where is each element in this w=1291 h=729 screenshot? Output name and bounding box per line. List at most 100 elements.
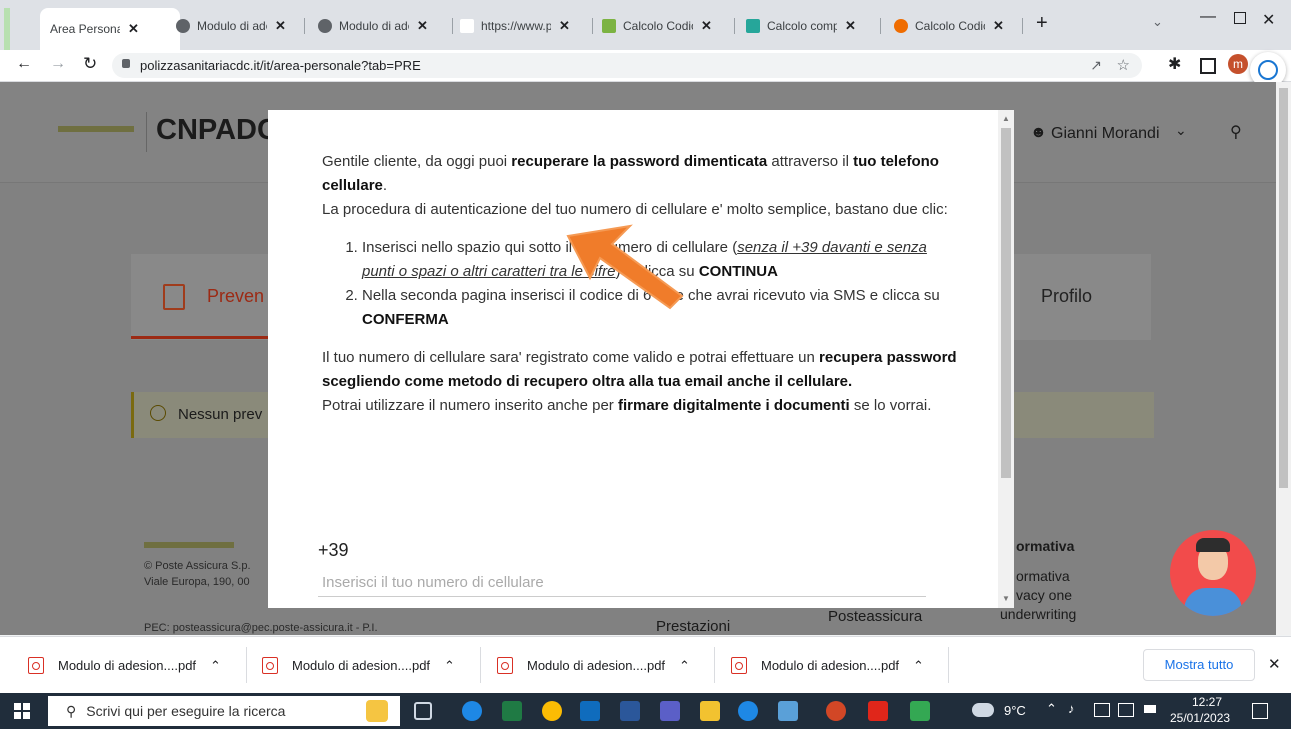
extensions-icon[interactable]: ✱	[1168, 54, 1181, 74]
pdf-icon	[28, 657, 44, 674]
footer-underwriting-link[interactable]: underwriting	[1000, 606, 1076, 622]
signature-paragraph: Potrai utilizzare il numero inserito anc…	[322, 397, 932, 414]
weather-icon[interactable]	[972, 703, 994, 717]
battery-icon[interactable]	[1144, 705, 1156, 713]
tab-preventivi[interactable]: Preven	[207, 286, 264, 307]
bookmark-star-icon[interactable]: ☆	[1117, 56, 1130, 74]
edge-icon[interactable]	[462, 701, 482, 721]
validity-paragraph: Il tuo numero di cellulare sara' registr…	[322, 349, 957, 390]
document-icon	[163, 284, 185, 310]
modal-scrollbar[interactable]: ▲ ▼	[998, 110, 1014, 608]
page-scrollbar[interactable]	[1276, 82, 1291, 635]
chevron-up-icon[interactable]: ⌃	[679, 658, 690, 674]
network-icon[interactable]	[1094, 703, 1110, 717]
search-icon[interactable]: ⚲	[1230, 122, 1242, 142]
minimize-icon[interactable]: —	[1200, 8, 1216, 26]
scroll-up-icon[interactable]: ▲	[1002, 114, 1010, 123]
tab-profilo[interactable]: Profilo	[1041, 286, 1092, 307]
share-icon[interactable]: ↗	[1090, 57, 1102, 74]
tab-title: Modulo di ade	[197, 19, 267, 33]
tab-area-personale[interactable]: Area Personale ✕	[40, 8, 180, 50]
download-item[interactable]: Modulo di adesion....pdf ⌃	[262, 657, 455, 674]
tray-chevron-icon[interactable]: ⌃	[1046, 701, 1057, 717]
tab-www[interactable]: https://www.pc ✕	[460, 10, 586, 42]
excel-icon[interactable]	[502, 701, 522, 721]
tab-title: Calcolo comple	[767, 19, 837, 33]
word-icon[interactable]	[620, 701, 640, 721]
tab-separator	[1022, 18, 1023, 34]
side-panel-icon[interactable]	[1200, 58, 1216, 74]
tab-close-icon[interactable]: ✕	[559, 18, 570, 34]
tab-calcolo-codice-2[interactable]: Calcolo Codice ✕	[894, 10, 1020, 42]
tab-close-icon[interactable]: ✕	[275, 18, 286, 34]
tab-calcolo-codice-1[interactable]: Calcolo Codice ✕	[602, 10, 728, 42]
footer-normativa-link[interactable]: ormativa	[1016, 568, 1070, 584]
phone-number-input[interactable]	[318, 568, 926, 597]
footer-posteassicura[interactable]: Posteassicura	[828, 608, 922, 625]
acrobat-icon[interactable]	[868, 701, 888, 721]
close-downloads-icon[interactable]: ✕	[1268, 655, 1281, 673]
back-icon[interactable]: ←	[16, 55, 32, 73]
country-prefix: +39	[318, 540, 349, 560]
clock-date[interactable]: 25/01/2023	[1170, 711, 1230, 725]
volume-icon[interactable]: ♪	[1068, 701, 1075, 716]
chrome-profile-icon[interactable]	[910, 701, 930, 721]
tab-close-icon[interactable]: ✕	[417, 18, 428, 34]
tab-close-icon[interactable]: ✕	[993, 18, 1004, 34]
annotation-arrow-icon	[566, 224, 684, 310]
outlook-icon[interactable]	[580, 701, 600, 721]
footer-company: © Poste Assicura S.p.	[144, 560, 251, 572]
app-icon[interactable]	[778, 701, 798, 721]
calculator-icon	[602, 19, 616, 33]
tab-separator	[880, 18, 881, 34]
taskbar-search[interactable]: ⚲ Scrivi qui per eseguire la ricerca	[48, 696, 400, 726]
chevron-down-icon[interactable]: ⌄	[1175, 122, 1187, 139]
posteassicura-logo	[58, 126, 134, 132]
temperature[interactable]: 9°C	[1004, 703, 1026, 718]
download-item[interactable]: Modulo di adesion....pdf ⌃	[28, 657, 221, 674]
user-name[interactable]: Gianni Morandi	[1051, 125, 1160, 143]
windows-start-icon[interactable]	[14, 703, 30, 719]
new-tab-button[interactable]: +	[1036, 12, 1048, 35]
footer-prestazioni[interactable]: Prestazioni	[656, 618, 730, 635]
powerpoint-icon[interactable]	[826, 701, 846, 721]
tab-calcolo-completo[interactable]: Calcolo comple ✕	[746, 10, 872, 42]
reload-icon[interactable]: ↻	[83, 54, 97, 74]
tab-search-icon[interactable]: ⌄	[1152, 14, 1163, 30]
skype-icon[interactable]	[738, 701, 758, 721]
file-explorer-icon[interactable]	[700, 701, 720, 721]
forward-icon[interactable]: →	[50, 55, 66, 73]
show-all-downloads-button[interactable]: Mostra tutto	[1143, 649, 1255, 681]
tab-close-icon[interactable]: ✕	[128, 21, 139, 37]
chrome-icon[interactable]	[542, 701, 562, 721]
clock-time[interactable]: 12:27	[1192, 695, 1222, 709]
chatbot-avatar[interactable]	[1170, 530, 1256, 616]
pdf-icon	[731, 657, 747, 674]
blank-page-icon	[460, 19, 474, 33]
scroll-down-icon[interactable]: ▼	[1002, 594, 1010, 603]
footer-pec: PEC: posteassicura@pec.poste-assicura.it…	[144, 622, 378, 634]
sms-recovery-modal: Gentile cliente, da oggi puoi recuperare…	[268, 110, 1014, 608]
display-icon[interactable]	[1118, 703, 1134, 717]
tab-modulo-2[interactable]: Modulo di ade ✕	[318, 10, 444, 42]
warning-icon	[150, 405, 166, 421]
task-view-icon[interactable]	[414, 702, 432, 720]
tab-close-icon[interactable]: ✕	[845, 18, 856, 34]
chevron-up-icon[interactable]: ⌃	[444, 658, 455, 674]
tab-title: https://www.pc	[481, 19, 551, 33]
tab-modulo-1[interactable]: Modulo di ade ✕	[176, 10, 296, 42]
chevron-up-icon[interactable]: ⌃	[913, 658, 924, 674]
search-highlight-icon	[366, 700, 388, 722]
profile-avatar[interactable]: m	[1228, 54, 1248, 74]
footer-privacy-link[interactable]: vacy one	[1016, 587, 1072, 603]
download-item[interactable]: Modulo di adesion....pdf ⌃	[497, 657, 690, 674]
close-window-icon[interactable]: ✕	[1262, 10, 1275, 30]
address-bar[interactable]: polizzasanitariacdc.it/it/area-personale…	[112, 53, 1142, 78]
teams-icon[interactable]	[660, 701, 680, 721]
restore-icon[interactable]	[1234, 12, 1246, 24]
notifications-icon[interactable]	[1252, 703, 1268, 719]
pdf-icon	[497, 657, 513, 674]
chevron-up-icon[interactable]: ⌃	[210, 658, 221, 674]
download-item[interactable]: Modulo di adesion....pdf ⌃	[731, 657, 924, 674]
tab-close-icon[interactable]: ✕	[701, 18, 712, 34]
